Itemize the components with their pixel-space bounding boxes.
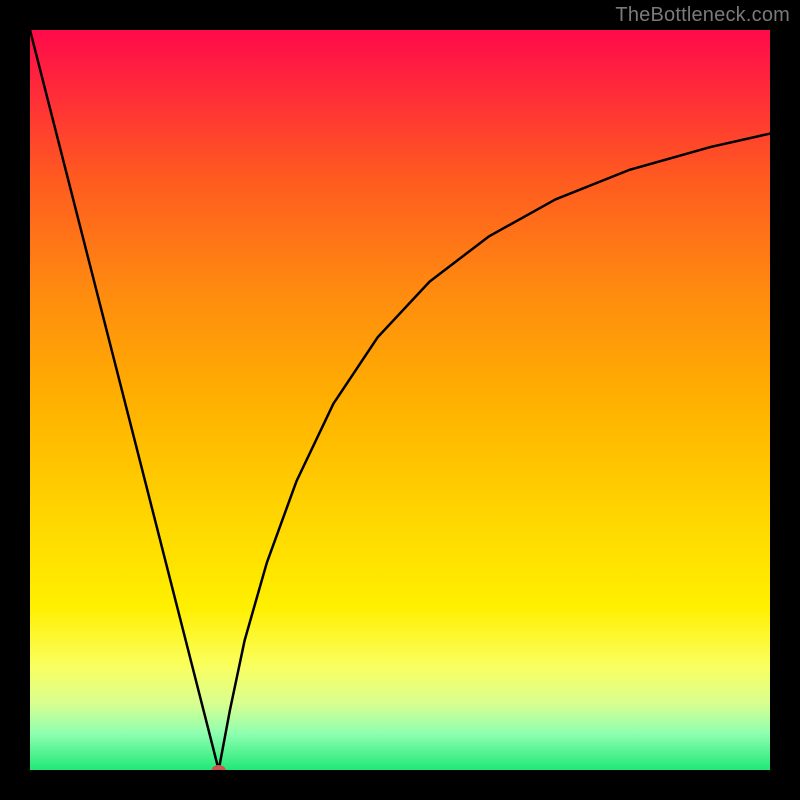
bottleneck-chart — [30, 30, 770, 770]
attribution-label: TheBottleneck.com — [615, 4, 790, 27]
chart-background — [30, 30, 770, 770]
chart-frame: TheBottleneck.com — [0, 0, 800, 800]
